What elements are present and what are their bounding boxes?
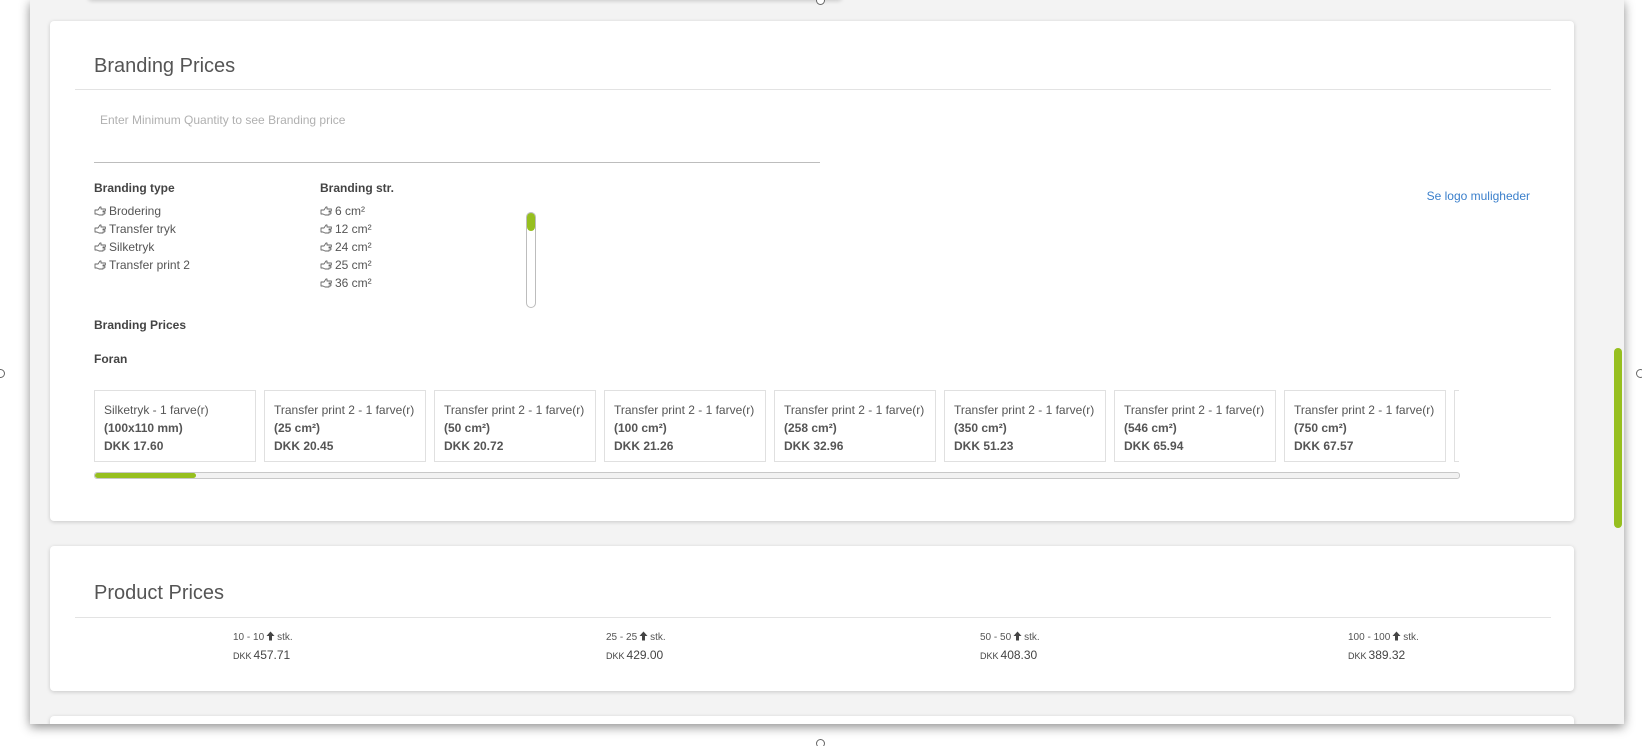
price-card-name: Transfer print 2 - 1 farve(r) [274, 403, 415, 417]
price-cards-scrollbar[interactable] [94, 472, 1460, 479]
branding-type-option[interactable]: Transfer tryk [94, 220, 190, 238]
price-card-price: DKK 21.26 [614, 439, 674, 453]
branding-type-option[interactable]: Transfer print 2 [94, 256, 190, 274]
tier-range: 25 - 25 stk. [606, 631, 666, 644]
price-card-name: Transfer print 2 - 1 farve(r) [444, 403, 585, 417]
branding-divider [75, 89, 1551, 90]
price-tier: 50 - 50 stk. DKK 408.30 [980, 630, 1040, 662]
page-scrollbar-thumb[interactable] [1614, 348, 1622, 528]
branding-size-option[interactable]: 12 cm² [320, 220, 372, 238]
browser-window: Branding Prices Enter Minimum Quantity t… [30, 0, 1624, 724]
size-list-scrollbar-thumb[interactable] [527, 213, 535, 231]
branding-price-card[interactable]: Transfer print 2 - 1 farve(r) (258 cm²) DK… [774, 390, 936, 462]
branding-price-cards: Silketryk - 1 farve(r) (100x110 mm) DKK 17… [94, 390, 1459, 462]
tier-range: 100 - 100 stk. [1348, 631, 1419, 644]
hand-pointer-right-icon [320, 242, 332, 252]
print-position-label: Foran [94, 352, 128, 366]
hand-pointer-right-icon [94, 224, 106, 234]
minimum-quantity-input[interactable]: Enter Minimum Quantity to see Branding p… [100, 113, 345, 127]
price-card-name: Transfer print 2 - 1 farve(r) [1294, 403, 1435, 417]
branding-type-option[interactable]: Brodering [94, 202, 190, 220]
tier-range: 10 - 10 stk. [233, 631, 293, 644]
hand-pointer-right-icon [94, 206, 106, 216]
tier-price: DKK 429.00 [606, 648, 664, 662]
branding-type-option[interactable]: Silketryk [94, 238, 190, 256]
price-card-name: Transfer print 2 - 1 farve(r) [614, 403, 755, 417]
price-card-size: (50 cm²) [444, 421, 491, 435]
price-card-size: (100 cm²) [614, 421, 667, 435]
arrow-up-icon [1013, 631, 1022, 644]
branding-size-option[interactable]: 6 cm² [320, 202, 372, 220]
hand-pointer-right-icon [320, 224, 332, 234]
hand-pointer-right-icon [320, 278, 332, 288]
product-prices-title: Product Prices [94, 582, 225, 604]
branding-price-card[interactable]: Silketryk - 1 farve(r) (100x110 mm) DKK 17… [94, 390, 256, 462]
arrow-up-icon [639, 631, 648, 644]
branding-price-card[interactable] [1454, 390, 1459, 462]
branding-price-card[interactable]: Transfer print 2 - 1 farve(r) (350 cm²) DK… [944, 390, 1106, 462]
product-prices-card: Product Prices 10 - 10 stk. DKK 457.71 25 - … [50, 546, 1574, 691]
price-card-price: DKK 65.94 [1124, 439, 1184, 453]
price-tier: 100 - 100 stk. DKK 389.32 [1348, 630, 1419, 662]
tier-price: DKK 389.32 [1348, 648, 1406, 662]
branding-price-card[interactable]: Transfer print 2 - 1 farve(r) (750 cm²) DK… [1284, 390, 1446, 462]
price-card-size: (750 cm²) [1294, 421, 1347, 435]
price-card-price: DKK 17.60 [104, 439, 164, 453]
resize-handle[interactable] [1636, 369, 1642, 378]
price-card-size: (25 cm²) [274, 421, 321, 435]
size-list-scrollbar[interactable] [526, 212, 536, 308]
price-card-name: Silketryk - 1 farve(r) [104, 403, 209, 417]
price-card-name: Transfer print 2 - 1 farve(r) [784, 403, 925, 417]
branding-prices-card: Branding Prices Enter Minimum Quantity t… [50, 21, 1574, 521]
branding-size-heading: Branding str. [320, 181, 395, 195]
price-card-price: DKK 32.96 [784, 439, 844, 453]
branding-prices-subheading: Branding Prices [94, 318, 187, 332]
logo-options-link[interactable]: Se logo muligheder [1427, 189, 1530, 203]
price-tier: 10 - 10 stk. DKK 457.71 [233, 630, 293, 662]
price-card-price: DKK 51.23 [954, 439, 1014, 453]
branding-size-option[interactable]: 36 cm² [320, 274, 372, 292]
price-card-name: Transfer print 2 - 1 farve(r) [1124, 403, 1265, 417]
price-card-size: (546 cm²) [1124, 421, 1177, 435]
minimum-quantity-underline [94, 162, 820, 163]
price-card-price: DKK 20.45 [274, 439, 334, 453]
branding-price-card[interactable]: Transfer print 2 - 1 farve(r) (25 cm²) DKK… [264, 390, 426, 462]
next-section-card [50, 716, 1574, 724]
branding-type-list: Brodering Transfer tryk Silketryk Transf… [94, 202, 190, 274]
resize-handle[interactable] [816, 739, 825, 746]
branding-size-list: 6 cm² 12 cm² 24 cm² 25 cm² 36 cm² [320, 202, 372, 292]
price-card-price: DKK 67.57 [1294, 439, 1354, 453]
price-card-size: (100x110 mm) [104, 421, 183, 435]
price-card-name: Transfer print 2 - 1 farve(r) [954, 403, 1095, 417]
price-cards-scrollbar-thumb[interactable] [95, 473, 196, 478]
hand-pointer-right-icon [320, 260, 332, 270]
price-card-size: (258 cm²) [784, 421, 837, 435]
branding-type-heading: Branding type [94, 181, 175, 195]
hand-pointer-right-icon [94, 242, 106, 252]
branding-price-card[interactable]: Transfer print 2 - 1 farve(r) (50 cm²) DKK… [434, 390, 596, 462]
resize-handle[interactable] [0, 369, 5, 378]
hand-pointer-right-icon [94, 260, 106, 270]
arrow-up-icon [266, 631, 275, 644]
price-card-price: DKK 20.72 [444, 439, 504, 453]
tier-range: 50 - 50 stk. [980, 631, 1040, 644]
product-divider [75, 617, 1551, 618]
branding-size-option[interactable]: 25 cm² [320, 256, 372, 274]
hand-pointer-right-icon [320, 206, 332, 216]
price-tier: 25 - 25 stk. DKK 429.00 [606, 630, 666, 662]
branding-price-card[interactable]: Transfer print 2 - 1 farve(r) (100 cm²) DK… [604, 390, 766, 462]
branding-price-card[interactable]: Transfer print 2 - 1 farve(r) (546 cm²) DK… [1114, 390, 1276, 462]
price-card-size: (350 cm²) [954, 421, 1007, 435]
tier-price: DKK 408.30 [980, 648, 1038, 662]
branding-prices-title: Branding Prices [94, 55, 236, 77]
arrow-up-icon [1392, 631, 1401, 644]
tier-price: DKK 457.71 [233, 648, 291, 662]
branding-size-option[interactable]: 24 cm² [320, 238, 372, 256]
